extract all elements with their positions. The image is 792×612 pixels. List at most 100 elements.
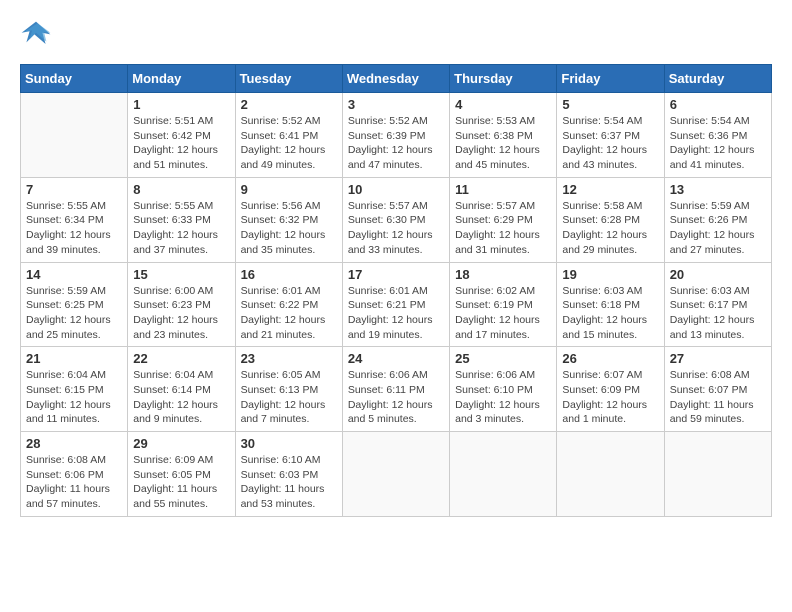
calendar-week-row: 14 Sunrise: 5:59 AMSunset: 6:25 PMDayligh…: [21, 262, 772, 347]
calendar-cell: 24 Sunrise: 6:06 AMSunset: 6:11 PMDayligh…: [342, 347, 449, 432]
day-info: Sunrise: 6:01 AMSunset: 6:22 PMDaylight:…: [241, 284, 337, 343]
day-info: Sunrise: 5:59 AMSunset: 6:25 PMDaylight:…: [26, 284, 122, 343]
day-number: 2: [241, 97, 337, 112]
day-info: Sunrise: 6:04 AMSunset: 6:14 PMDaylight:…: [133, 368, 229, 427]
calendar-cell: 27Sunrise: 6:08 AMSunset: 6:07 PMDayligh…: [664, 347, 771, 432]
day-info: Sunrise: 5:55 AMSunset: 6:33 PMDaylight:…: [133, 199, 229, 258]
calendar-cell: [21, 93, 128, 178]
day-number: 27: [670, 351, 766, 366]
logo: [20, 20, 56, 48]
calendar-cell: 15Sunrise: 6:00 AMSunset: 6:23 PMDayligh…: [128, 262, 235, 347]
calendar-cell: 8 Sunrise: 5:55 AMSunset: 6:33 PMDaylight…: [128, 177, 235, 262]
day-number: 4: [455, 97, 551, 112]
calendar-week-row: 1Sunrise: 5:51 AMSunset: 6:42 PMDaylight…: [21, 93, 772, 178]
day-number: 9: [241, 182, 337, 197]
calendar-cell: 4 Sunrise: 5:53 AMSunset: 6:38 PMDaylight…: [450, 93, 557, 178]
day-number: 19: [562, 267, 658, 282]
weekday-header: Tuesday: [235, 65, 342, 93]
day-info: Sunrise: 6:10 AMSunset: 6:03 PMDaylight:…: [241, 453, 337, 512]
day-number: 17: [348, 267, 444, 282]
day-number: 30: [241, 436, 337, 451]
calendar-cell: 22Sunrise: 6:04 AMSunset: 6:14 PMDayligh…: [128, 347, 235, 432]
calendar-cell: 9 Sunrise: 5:56 AMSunset: 6:32 PMDaylight…: [235, 177, 342, 262]
day-info: Sunrise: 5:52 AMSunset: 6:41 PMDaylight:…: [241, 114, 337, 173]
calendar-cell: 10 Sunrise: 5:57 AMSunset: 6:30 PMDayligh…: [342, 177, 449, 262]
day-number: 20: [670, 267, 766, 282]
day-number: 13: [670, 182, 766, 197]
day-info: Sunrise: 6:02 AMSunset: 6:19 PMDaylight:…: [455, 284, 551, 343]
day-info: Sunrise: 6:01 AMSunset: 6:21 PMDaylight:…: [348, 284, 444, 343]
calendar-cell: 13 Sunrise: 5:59 AMSunset: 6:26 PMDayligh…: [664, 177, 771, 262]
day-number: 14: [26, 267, 122, 282]
day-number: 26: [562, 351, 658, 366]
day-number: 21: [26, 351, 122, 366]
calendar-cell: 14 Sunrise: 5:59 AMSunset: 6:25 PMDayligh…: [21, 262, 128, 347]
day-number: 28: [26, 436, 122, 451]
day-number: 3: [348, 97, 444, 112]
calendar-week-row: 28 Sunrise: 6:08 AMSunset: 6:06 PMDayligh…: [21, 432, 772, 517]
day-info: Sunrise: 6:00 AMSunset: 6:23 PMDaylight:…: [133, 284, 229, 343]
calendar-cell: 5 Sunrise: 5:54 AMSunset: 6:37 PMDaylight…: [557, 93, 664, 178]
weekday-header: Friday: [557, 65, 664, 93]
day-info: Sunrise: 5:59 AMSunset: 6:26 PMDaylight:…: [670, 199, 766, 258]
weekday-header: Saturday: [664, 65, 771, 93]
day-number: 5: [562, 97, 658, 112]
day-info: Sunrise: 6:03 AMSunset: 6:18 PMDaylight:…: [562, 284, 658, 343]
weekday-header: Thursday: [450, 65, 557, 93]
calendar-cell: 30 Sunrise: 6:10 AMSunset: 6:03 PMDayligh…: [235, 432, 342, 517]
day-number: 8: [133, 182, 229, 197]
day-number: 1: [133, 97, 229, 112]
day-info: Sunrise: 5:55 AMSunset: 6:34 PMDaylight:…: [26, 199, 122, 258]
day-info: Sunrise: 5:58 AMSunset: 6:28 PMDaylight:…: [562, 199, 658, 258]
weekday-header: Sunday: [21, 65, 128, 93]
calendar-cell: [342, 432, 449, 517]
calendar-cell: 21Sunrise: 6:04 AMSunset: 6:15 PMDayligh…: [21, 347, 128, 432]
page-header: [20, 20, 772, 48]
day-info: Sunrise: 5:57 AMSunset: 6:30 PMDaylight:…: [348, 199, 444, 258]
day-info: Sunrise: 6:09 AMSunset: 6:05 PMDaylight:…: [133, 453, 229, 512]
calendar-table: SundayMondayTuesdayWednesdayThursdayFrid…: [20, 64, 772, 517]
day-number: 11: [455, 182, 551, 197]
day-number: 10: [348, 182, 444, 197]
day-number: 29: [133, 436, 229, 451]
calendar-cell: 2 Sunrise: 5:52 AMSunset: 6:41 PMDaylight…: [235, 93, 342, 178]
day-info: Sunrise: 6:06 AMSunset: 6:10 PMDaylight:…: [455, 368, 551, 427]
logo-icon: [20, 20, 52, 48]
day-info: Sunrise: 6:06 AMSunset: 6:11 PMDaylight:…: [348, 368, 444, 427]
day-info: Sunrise: 5:54 AMSunset: 6:37 PMDaylight:…: [562, 114, 658, 173]
calendar-cell: 23Sunrise: 6:05 AMSunset: 6:13 PMDayligh…: [235, 347, 342, 432]
day-info: Sunrise: 6:08 AMSunset: 6:06 PMDaylight:…: [26, 453, 122, 512]
calendar-cell: 17 Sunrise: 6:01 AMSunset: 6:21 PMDayligh…: [342, 262, 449, 347]
weekday-header-row: SundayMondayTuesdayWednesdayThursdayFrid…: [21, 65, 772, 93]
calendar-cell: 3 Sunrise: 5:52 AMSunset: 6:39 PMDaylight…: [342, 93, 449, 178]
weekday-header: Wednesday: [342, 65, 449, 93]
day-info: Sunrise: 5:53 AMSunset: 6:38 PMDaylight:…: [455, 114, 551, 173]
day-number: 6: [670, 97, 766, 112]
calendar-cell: 6 Sunrise: 5:54 AMSunset: 6:36 PMDaylight…: [664, 93, 771, 178]
day-info: Sunrise: 6:03 AMSunset: 6:17 PMDaylight:…: [670, 284, 766, 343]
calendar-cell: 7 Sunrise: 5:55 AMSunset: 6:34 PMDaylight…: [21, 177, 128, 262]
calendar-cell: 18 Sunrise: 6:02 AMSunset: 6:19 PMDayligh…: [450, 262, 557, 347]
day-number: 23: [241, 351, 337, 366]
day-info: Sunrise: 5:54 AMSunset: 6:36 PMDaylight:…: [670, 114, 766, 173]
calendar-cell: 16 Sunrise: 6:01 AMSunset: 6:22 PMDayligh…: [235, 262, 342, 347]
day-number: 12: [562, 182, 658, 197]
calendar-week-row: 21Sunrise: 6:04 AMSunset: 6:15 PMDayligh…: [21, 347, 772, 432]
calendar-cell: 29 Sunrise: 6:09 AMSunset: 6:05 PMDayligh…: [128, 432, 235, 517]
calendar-cell: 28 Sunrise: 6:08 AMSunset: 6:06 PMDayligh…: [21, 432, 128, 517]
day-number: 25: [455, 351, 551, 366]
day-number: 18: [455, 267, 551, 282]
calendar-cell: [450, 432, 557, 517]
calendar-cell: 12 Sunrise: 5:58 AMSunset: 6:28 PMDayligh…: [557, 177, 664, 262]
calendar-cell: 25 Sunrise: 6:06 AMSunset: 6:10 PMDayligh…: [450, 347, 557, 432]
day-number: 16: [241, 267, 337, 282]
day-number: 24: [348, 351, 444, 366]
calendar-cell: 11Sunrise: 5:57 AMSunset: 6:29 PMDayligh…: [450, 177, 557, 262]
calendar-cell: [664, 432, 771, 517]
day-info: Sunrise: 5:56 AMSunset: 6:32 PMDaylight:…: [241, 199, 337, 258]
day-number: 7: [26, 182, 122, 197]
weekday-header: Monday: [128, 65, 235, 93]
day-info: Sunrise: 5:52 AMSunset: 6:39 PMDaylight:…: [348, 114, 444, 173]
calendar-week-row: 7 Sunrise: 5:55 AMSunset: 6:34 PMDaylight…: [21, 177, 772, 262]
calendar-cell: 19 Sunrise: 6:03 AMSunset: 6:18 PMDayligh…: [557, 262, 664, 347]
